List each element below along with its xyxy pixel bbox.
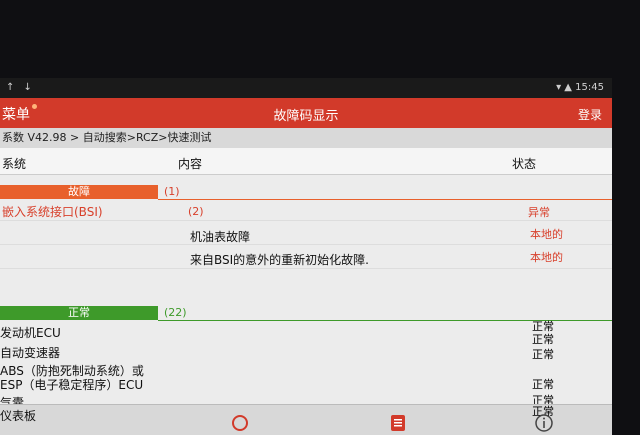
fault-count: (1) [164,185,180,198]
normal-status: 正常 [532,333,554,346]
row-separator [0,244,612,245]
fault-item[interactable]: 来自BSI的意外的重新初始化故障. [190,251,369,268]
normal-count: (22) [164,306,187,319]
row-separator [0,220,612,221]
app-screen: ↑ ↓ ▾ ▲ 15:45 菜单 故障码显示 登录 系数 V42.98 > 自动… [0,78,612,435]
fault-item-status: 本地的 [530,228,563,241]
normal-system[interactable]: ESP（电子稳定程序）ECU [0,376,143,393]
fault-item[interactable]: 机油表故障 [190,228,250,245]
system-tray: ▾ ▲ 15:45 [556,82,604,93]
normal-status: 正常 [532,378,554,391]
bottom-toolbar: 仪表板 正常 [0,404,612,435]
row-separator [0,268,612,269]
notification-icons: ↑ ↓ [6,82,35,93]
info-icon[interactable] [534,413,554,433]
fault-section-bar[interactable]: 故障 [0,185,158,199]
login-button[interactable]: 登录 [578,106,602,123]
column-system: 系统 [2,157,27,171]
normal-status: 正常 [532,348,554,361]
fault-divider [158,199,612,200]
column-header: 系统 内容 状态 [0,148,612,175]
normal-system[interactable]: 发动机ECU [0,324,61,341]
normal-system[interactable]: 仪表板 [0,407,36,424]
report-icon[interactable] [388,413,408,433]
status-bar: ↑ ↓ ▾ ▲ 15:45 [0,78,612,98]
fault-system-bsi[interactable]: 嵌入系统接口(BSI) [2,203,103,220]
fault-sub-count: (2) [188,205,204,218]
app-bar: 菜单 故障码显示 登录 [0,98,612,128]
fault-item-status: 本地的 [530,251,563,264]
page-title: 故障码显示 [273,109,339,124]
fault-status: 异常 [528,206,550,219]
search-icon[interactable] [230,413,250,433]
normal-section-bar[interactable]: 正常 [0,306,158,320]
normal-system[interactable]: 自动变速器 [0,344,60,361]
column-content: 内容 [178,157,203,171]
breadcrumb: 系数 V42.98 > 自动搜索>RCZ>快速测试 [0,128,612,148]
column-status: 状态 [512,157,537,171]
